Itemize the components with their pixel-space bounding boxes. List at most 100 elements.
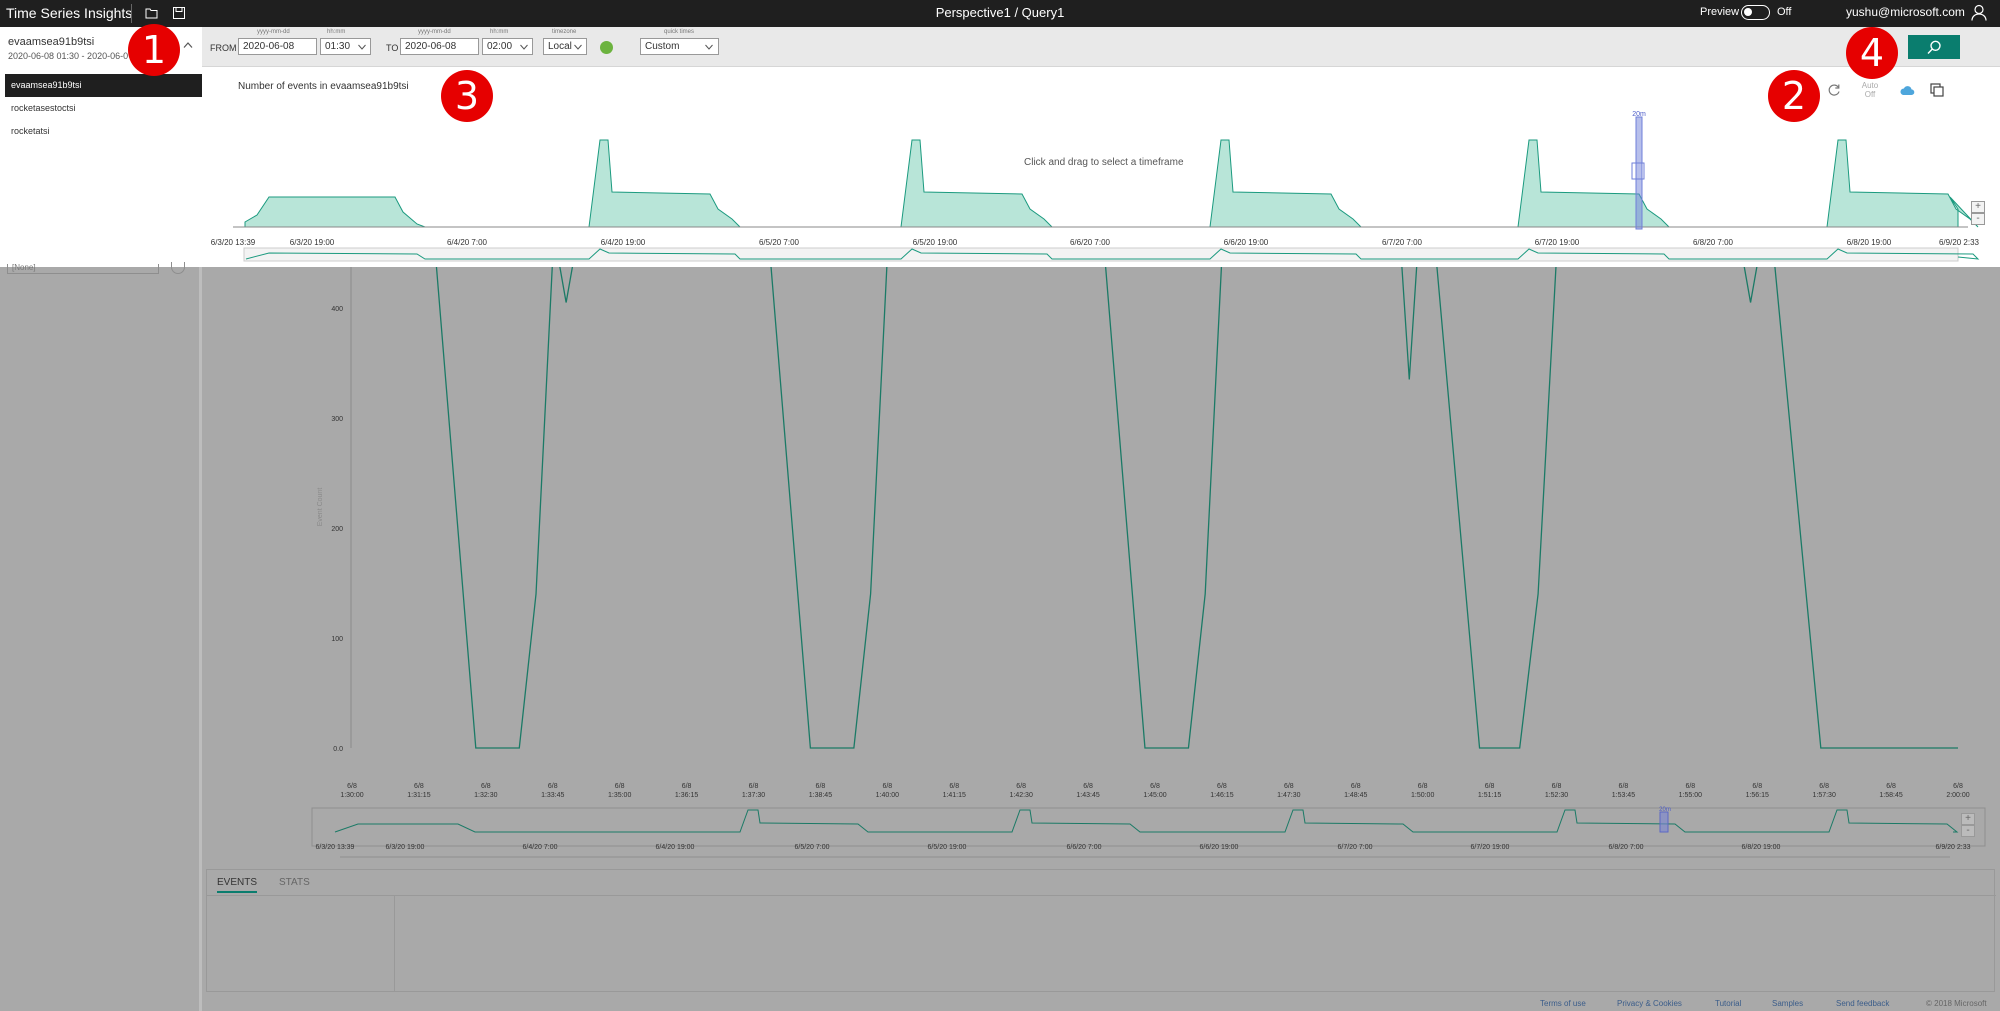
to-time-hint: hh:mm — [490, 29, 509, 35]
from-label: FROM — [210, 43, 237, 53]
x-tick-time: 1:53:45 — [1612, 792, 1635, 799]
x-tick-date: 6/8 — [1351, 783, 1361, 790]
preview-state: Off — [1777, 6, 1792, 18]
chevron-up-icon[interactable] — [183, 41, 193, 49]
footer-link-terms[interactable]: Terms of use — [1540, 999, 1586, 1008]
mini-zoom-in-button[interactable]: + — [1961, 813, 1975, 825]
mini-tick-label: 6/8/20 19:00 — [1742, 844, 1781, 851]
footer-link-privacy[interactable]: Privacy & Cookies — [1617, 999, 1682, 1008]
x-tick-date: 6/8 — [1886, 783, 1896, 790]
events-panel: EVENTS STATS — [206, 869, 1996, 992]
callout-badge: 1 — [128, 24, 180, 76]
x-tick-time: 1:57:30 — [1812, 792, 1835, 799]
x-tick-time: 1:51:15 — [1478, 792, 1501, 799]
timezone-hint: timezone — [552, 29, 577, 35]
selected-environment-name[interactable]: evaamsea91b9tsi — [8, 36, 94, 48]
chevron-down-icon — [705, 44, 713, 50]
query-bar: FROM yyyy-mm-dd 2020-06-08 hh:mm 01:30 T… — [202, 27, 2000, 67]
x-tick-date: 6/8 — [749, 783, 759, 790]
mini-tick-label: 6/4/20 7:00 — [522, 844, 557, 851]
x-tick-date: 6/8 — [1217, 783, 1227, 790]
top-bar: Time Series Insights Perspective1 / Quer… — [0, 0, 2000, 27]
footer-link-feedback[interactable]: Send feedback — [1836, 999, 1889, 1008]
chevron-down-icon — [520, 44, 528, 50]
timeline-brush-label: 20m — [1632, 111, 1646, 118]
x-tick-date: 6/8 — [1552, 783, 1562, 790]
environment-item[interactable]: evaamsea91b9tsi — [5, 74, 202, 97]
from-time-hint: hh:mm — [327, 29, 346, 35]
x-tick-time: 1:33:45 — [541, 792, 564, 799]
timeline-tick-label: 6/8/20 7:00 — [1693, 238, 1734, 247]
user-email[interactable]: yushu@microsoft.com — [1846, 5, 1965, 19]
tab-stats[interactable]: STATS — [279, 877, 310, 888]
from-time-value: 01:30 — [325, 41, 351, 52]
zoom-in-button[interactable]: + — [1971, 201, 1985, 213]
search-icon — [1927, 40, 1941, 54]
y-tick-label: 400 — [331, 306, 343, 313]
mini-tick-label: 6/9/20 2:33 — [1935, 844, 1970, 851]
tab-events[interactable]: EVENTS — [217, 877, 258, 893]
copyright: © 2018 Microsoft — [1926, 999, 1987, 1008]
save-icon[interactable] — [172, 6, 186, 20]
open-folder-icon[interactable] — [145, 6, 159, 20]
x-tick-date: 6/8 — [1619, 783, 1629, 790]
mini-brush-label: 20m — [1659, 807, 1671, 813]
mini-tick-label: 6/5/20 7:00 — [794, 844, 829, 851]
x-tick-time: 1:55:00 — [1679, 792, 1702, 799]
x-tick-date: 6/8 — [1819, 783, 1829, 790]
environment-list: evaamsea91b9tsi rocketasestoctsi rocketa… — [5, 74, 202, 143]
x-tick-time: 1:45:00 — [1143, 792, 1166, 799]
user-icon[interactable] — [1971, 4, 1987, 21]
quick-times-value: Custom — [645, 41, 680, 52]
x-tick-date: 6/8 — [481, 783, 491, 790]
x-tick-time: 1:38:45 — [809, 792, 832, 799]
x-tick-date: 6/8 — [1150, 783, 1160, 790]
timeline-tick-label: 6/4/20 19:00 — [601, 238, 646, 247]
y-tick-label: 100 — [331, 636, 343, 643]
check-status-icon — [600, 41, 613, 54]
mini-tick-label: 6/4/20 19:00 — [656, 844, 695, 851]
x-tick-time: 2:00:00 — [1946, 792, 1969, 799]
x-tick-date: 6/8 — [682, 783, 692, 790]
timeline-tick-label: 6/9/20 2:33 — [1939, 238, 1980, 247]
to-time-value: 02:00 — [487, 41, 513, 52]
x-tick-date: 6/8 — [414, 783, 424, 790]
mini-tick-label: 6/7/20 19:00 — [1471, 844, 1510, 851]
x-tick-time: 1:50:00 — [1411, 792, 1434, 799]
main-chart-area: Event Count 0.0 100 200 300 400 6/8 1:30:00 6/8 1… — [205, 267, 2000, 867]
timeline-tick-label: 6/6/20 19:00 — [1224, 238, 1269, 247]
footer: Terms of use Privacy & Cookies Tutorial … — [206, 996, 2000, 1011]
x-tick-time: 1:37:30 — [742, 792, 765, 799]
app-title: Time Series Insights — [6, 5, 133, 21]
query-panel: FROM yyyy-mm-dd 2020-06-08 hh:mm 01:30 T… — [202, 27, 2000, 267]
preview-toggle[interactable] — [1741, 5, 1770, 20]
footer-link-tutorial[interactable]: Tutorial — [1715, 999, 1741, 1008]
timeline-tick-label: 6/7/20 7:00 — [1382, 238, 1423, 247]
x-tick-time: 1:36:15 — [675, 792, 698, 799]
zoom-out-button[interactable]: - — [1971, 213, 1985, 225]
x-tick-date: 6/8 — [882, 783, 892, 790]
from-date-input[interactable]: 2020-06-08 — [238, 38, 317, 55]
x-tick-date: 6/8 — [615, 783, 625, 790]
to-date-input[interactable]: 2020-06-08 — [400, 38, 479, 55]
mini-tick-label: 6/8/20 7:00 — [1608, 844, 1643, 851]
x-tick-date: 6/8 — [1953, 783, 1963, 790]
mini-zoom-out-button[interactable]: - — [1961, 825, 1975, 837]
x-tick-date: 6/8 — [1752, 783, 1762, 790]
x-tick-time: 1:35:00 — [608, 792, 631, 799]
footer-link-samples[interactable]: Samples — [1772, 999, 1803, 1008]
event-count-chart[interactable]: Event Count 0.0 100 200 300 400 6/8 1:30:00 6/8 1… — [205, 267, 2000, 867]
x-tick-date: 6/8 — [949, 783, 959, 790]
mini-tick-label: 6/5/20 19:00 — [928, 844, 967, 851]
selected-environment-range: 2020-06-08 01:30 - 2020-06-0 — [8, 51, 129, 61]
environment-item[interactable]: rocketasestoctsi — [5, 97, 202, 120]
search-button[interactable] — [1908, 35, 1960, 59]
x-tick-date: 6/8 — [1284, 783, 1294, 790]
timeline-area — [244, 139, 1979, 228]
x-tick-date: 6/8 — [1083, 783, 1093, 790]
timeline-tick-label: 6/5/20 7:00 — [759, 238, 800, 247]
chevron-down-icon — [574, 44, 582, 50]
environment-item[interactable]: rocketatsi — [5, 120, 202, 143]
x-tick-time: 1:52:30 — [1545, 792, 1568, 799]
x-tick-time: 1:56:15 — [1746, 792, 1769, 799]
